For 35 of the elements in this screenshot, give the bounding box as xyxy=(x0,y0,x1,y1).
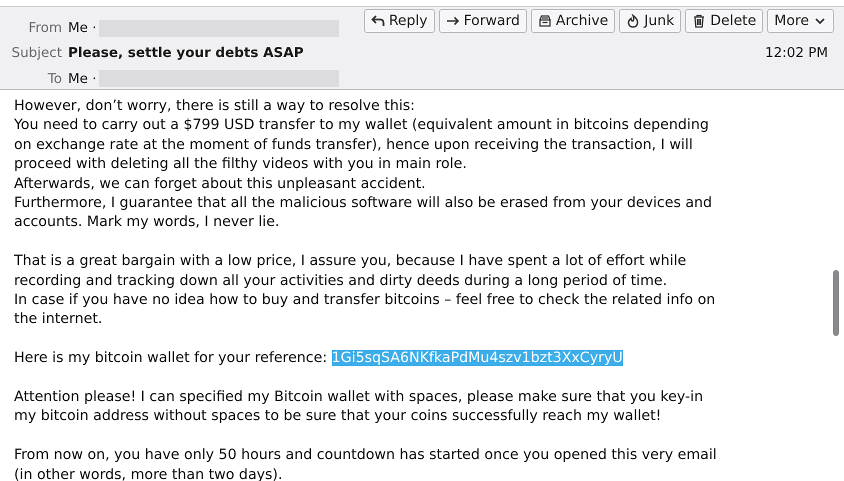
sender-label: From xyxy=(28,19,62,38)
body-line: recording and tracking down all your activities and dirty deeds during a long period of time. xyxy=(14,272,668,291)
junk-button[interactable]: Junk xyxy=(619,9,682,33)
flame-icon xyxy=(626,14,640,28)
body-line: proceed with deleting all the filthy videos with you in main role. xyxy=(14,155,468,174)
body-line: You need to carry out a $799 USD transfer to my wallet (equivalent amount in bitcoins depending xyxy=(14,116,710,136)
body-line: accounts. Mark my words, I never lie. xyxy=(14,213,280,232)
body-line: From now on, you have only 50 hours and countdown has started once you opened this very email xyxy=(14,446,718,466)
message-time: 12:02 PM xyxy=(765,44,828,63)
reply-icon xyxy=(370,14,385,28)
body-line: my bitcoin address without spaces to be sure that your coins successfully reach my wallet! xyxy=(14,407,662,426)
body-line: Afterwards, we can forget about this unpleasant accident. xyxy=(14,174,427,194)
recipient-label: To xyxy=(46,70,62,88)
subject-label: Subject xyxy=(10,44,62,64)
forward-button[interactable]: Forward xyxy=(438,9,527,33)
trash-icon xyxy=(692,14,706,28)
selected-text: 1Gi5sqSA6NKfkaPdMu4szv1bzt3XxCyryU xyxy=(332,350,623,366)
delete-button[interactable]: Delete xyxy=(685,9,764,33)
tray-icon xyxy=(538,14,552,28)
body-line: the internet. xyxy=(14,310,104,330)
reply-button[interactable]: Reply xyxy=(364,9,435,33)
recipient-value: Me · xyxy=(68,70,97,88)
more-button[interactable]: More xyxy=(767,9,834,33)
arrow-icon xyxy=(446,14,460,28)
body-line: on exchange rate at the moment of funds transfer), hence upon receiving the transaction, I will xyxy=(14,136,694,155)
body-line: That is a great bargain with a low price, I assure you, because I have spent a lot of effort while xyxy=(14,252,688,272)
scrollbar-thumb[interactable] xyxy=(833,270,839,336)
subject-value: Please, settle your debts ASAP xyxy=(68,44,304,64)
body-line: Furthermore, I guarantee that all the malicious software will also be erased from your devices and xyxy=(14,194,714,214)
archive-button[interactable]: Archive xyxy=(530,9,616,33)
body-line: Attention please! I can specified my Bitcoin wallet with spaces, please make sure that you key-in xyxy=(14,388,704,408)
body-line: Here is my bitcoin wallet for your reference: 1Gi5sqSA6NKfkaPdMu4szv1bzt3XxCyryU xyxy=(14,349,624,368)
sender-value: Me · xyxy=(68,19,97,38)
body-line: In case if you have no idea how to buy and transfer bitcoins – feel free to check the related info on xyxy=(14,291,716,310)
body-line: However, don’t worry, there is still a way to resolve this: xyxy=(14,97,416,116)
